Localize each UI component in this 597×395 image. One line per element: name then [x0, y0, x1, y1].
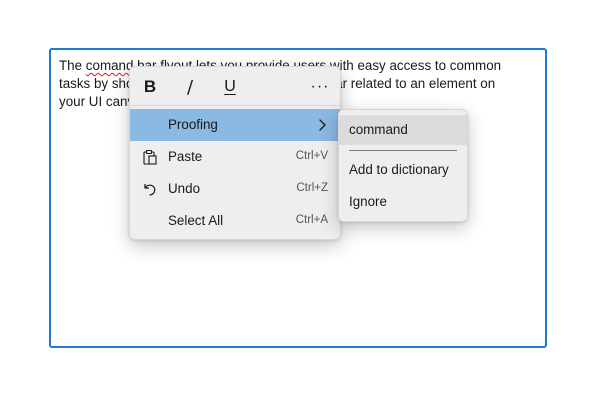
misspelled-word[interactable]: comand [86, 58, 134, 73]
menu-item-proofing[interactable]: Proofing [130, 109, 340, 141]
undo-icon [144, 184, 156, 196]
menu-item-undo[interactable]: Undo Ctrl+Z [130, 173, 340, 205]
command-bar-flyout: B / U ··· Proofing Paste Ctrl+V Undo Ctr… [129, 66, 341, 240]
chevron-right-icon [319, 119, 326, 131]
submenu-item-label: Add to dictionary [349, 162, 449, 177]
accelerator-text: Ctrl+A [295, 214, 328, 226]
menu-item-paste[interactable]: Paste Ctrl+V [130, 141, 340, 173]
menu-item-label: Proofing [168, 117, 218, 132]
menu-item-select-all[interactable]: Select All Ctrl+A [130, 205, 340, 237]
menu-item-label: Undo [168, 181, 201, 196]
submenu-item-suggestion[interactable]: command [339, 115, 467, 145]
paste-icon [143, 149, 157, 165]
proofing-submenu: command Add to dictionary Ignore [338, 109, 468, 222]
menu-item-label: Select All [168, 213, 224, 228]
submenu-item-label: command [349, 122, 408, 137]
command-bar-divider [130, 105, 340, 106]
submenu-item-label: Ignore [349, 194, 387, 209]
more-options-button[interactable]: ··· [304, 72, 336, 102]
submenu-divider [349, 150, 457, 151]
submenu-item-add-to-dictionary[interactable]: Add to dictionary [339, 155, 467, 185]
command-bar: B / U ··· [130, 67, 340, 105]
bold-button[interactable]: B [134, 72, 166, 102]
accelerator-text: Ctrl+Z [296, 182, 328, 194]
underline-button[interactable]: U [214, 72, 246, 102]
italic-button[interactable]: / [174, 72, 206, 102]
accelerator-text: Ctrl+V [295, 150, 328, 162]
menu-item-label: Paste [168, 149, 203, 164]
submenu-item-ignore[interactable]: Ignore [339, 187, 467, 217]
text-segment: The [59, 58, 86, 73]
